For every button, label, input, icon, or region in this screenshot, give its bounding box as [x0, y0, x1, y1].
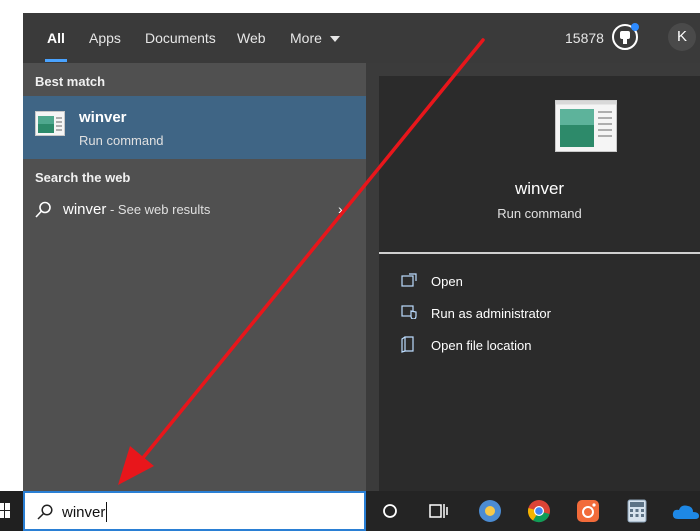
annotation-arrow-shaft	[136, 38, 485, 466]
annotation-arrow	[118, 38, 485, 485]
